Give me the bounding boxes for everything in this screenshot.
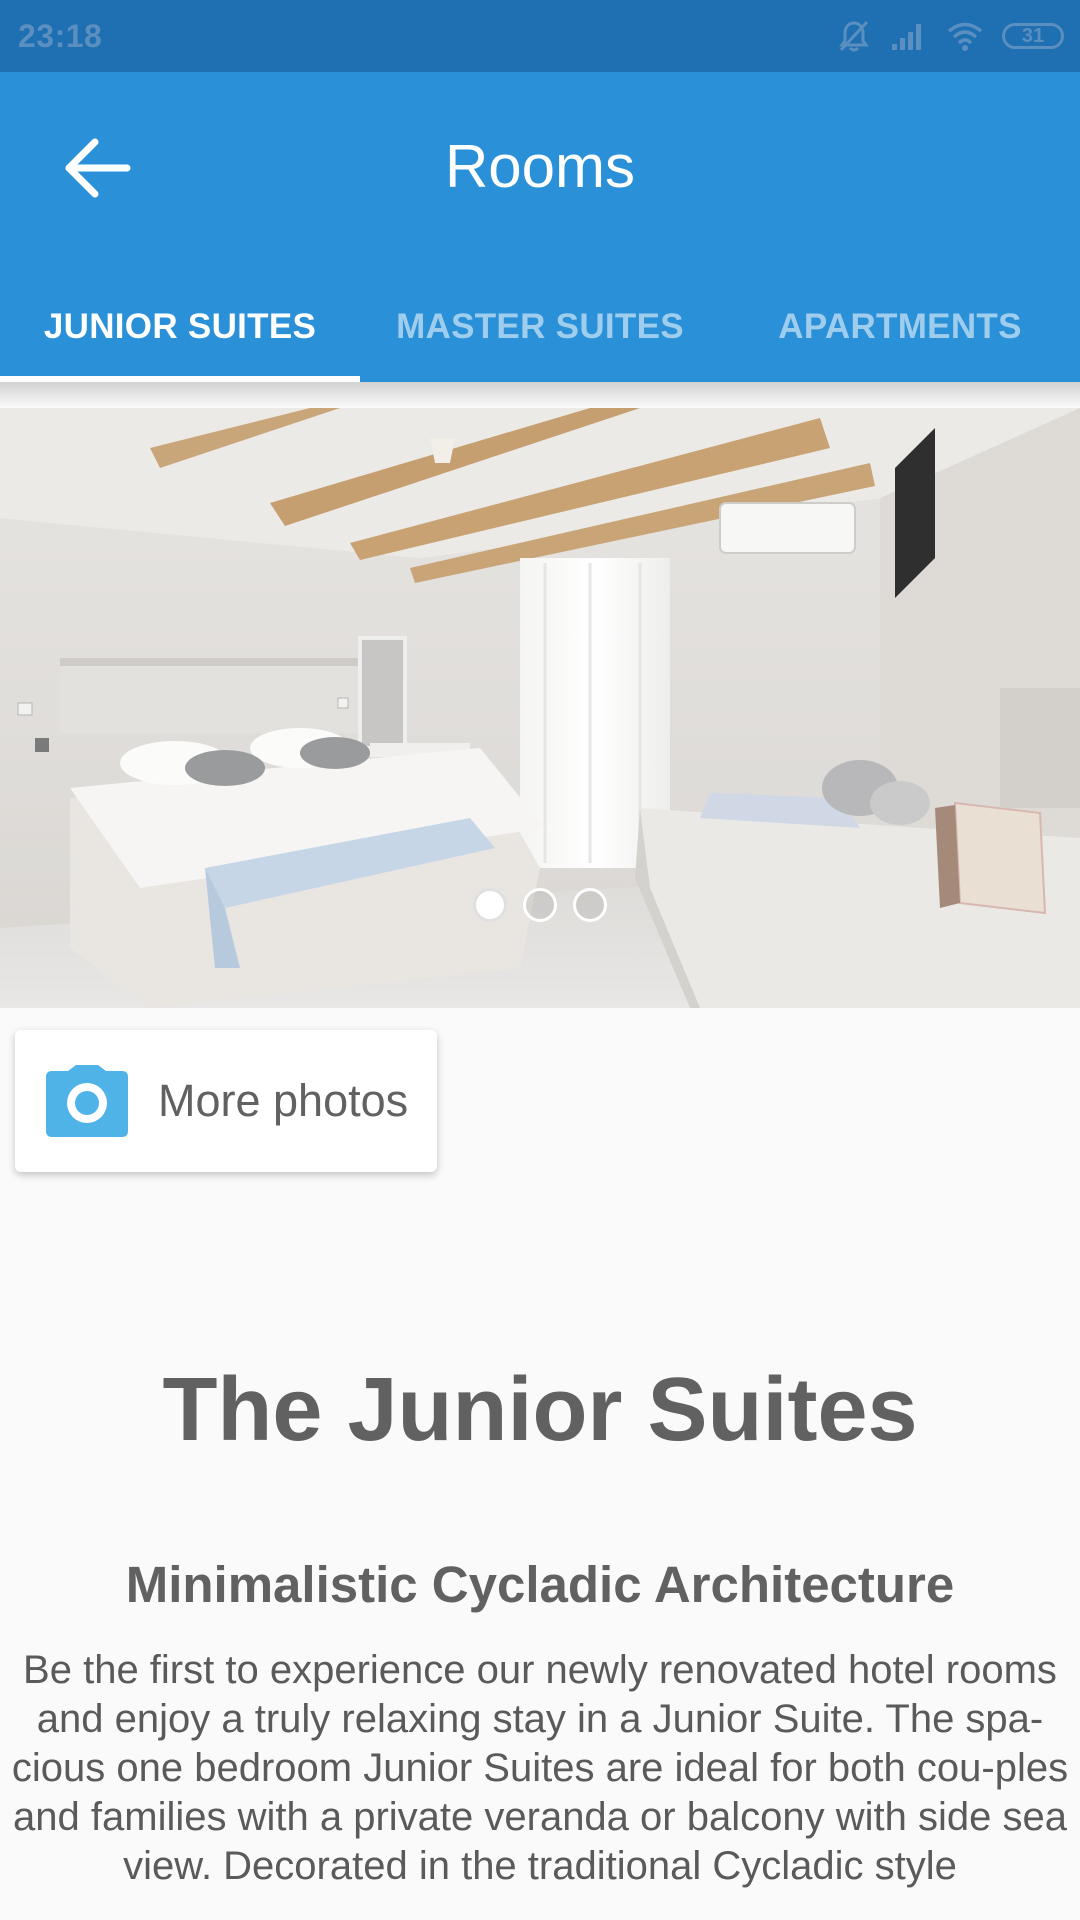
more-photos-label: More photos: [158, 1075, 409, 1126]
room-photo-carousel[interactable]: [0, 408, 1080, 1008]
tab-apartments[interactable]: APARTMENTS: [720, 272, 1080, 382]
tab-master-suites[interactable]: MASTER SUITES: [360, 272, 720, 382]
room-type-tabs: JUNIOR SUITES MASTER SUITES APARTMENTS: [0, 272, 1080, 382]
tab-label: MASTER SUITES: [396, 307, 684, 346]
more-photos-button[interactable]: More photos: [15, 1030, 437, 1172]
status-bar: 23:18 31: [0, 0, 1080, 72]
tab-label: APARTMENTS: [778, 307, 1022, 346]
app-bar: Rooms JUNIOR SUITES MASTER SUITES APARTM…: [0, 72, 1080, 382]
battery-icon: 31: [1002, 23, 1064, 49]
status-icons: 31: [836, 18, 1064, 54]
section-body-text: Be the first to experience our newly ren…: [11, 1648, 1069, 1888]
section-title: The Junior Suites: [162, 1360, 918, 1460]
status-time: 23:18: [18, 18, 103, 54]
carousel-dot-2[interactable]: [523, 888, 557, 922]
app-bar-shadow: [0, 382, 1080, 408]
camera-icon: [46, 1065, 128, 1137]
page-title: Rooms: [444, 133, 636, 200]
tab-junior-suites[interactable]: JUNIOR SUITES: [0, 272, 360, 382]
room-description: The Junior Suites Minimalistic Cycladic …: [0, 1330, 1080, 1891]
tab-label: JUNIOR SUITES: [43, 307, 317, 346]
section-subtitle: Minimalistic Cycladic Architecture: [125, 1556, 955, 1613]
wifi-icon: [946, 20, 984, 52]
carousel-dots: [0, 888, 1080, 922]
rooms-screen: 23:18 31 Rooms JUNIOR SUITES MASTER SUIT…: [0, 0, 1080, 1920]
notifications-off-icon: [836, 18, 872, 54]
carousel-dot-1[interactable]: [473, 888, 507, 922]
carousel-dot-3[interactable]: [573, 888, 607, 922]
signal-icon: [890, 20, 928, 52]
